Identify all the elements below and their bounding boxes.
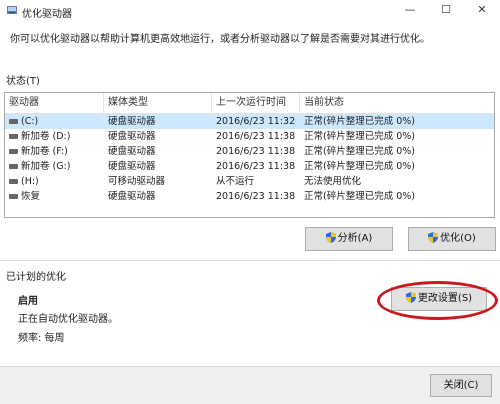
red-highlight-annotation xyxy=(377,281,498,320)
drive-icon xyxy=(9,149,18,154)
scheduled-optimization-label: 已计划的优化 xyxy=(6,272,66,283)
drive-list-header: 驱动器 媒体类型 上一次运行时间 当前状态 xyxy=(5,93,494,114)
optimize-drives-window: 优化驱动器 — ☐ ✕ 你可以优化驱动器以帮助计算机更高效地运行，或者分析驱动器… xyxy=(0,0,500,404)
drive-media-type: 硬盘驱动器 xyxy=(108,146,156,157)
scheduled-running-text: 正在自动优化驱动器。 xyxy=(18,314,118,325)
drive-media-type: 硬盘驱动器 xyxy=(108,161,156,172)
drive-status: 正常(碎片整理已完成 0%) xyxy=(304,131,416,142)
column-header-media-type[interactable]: 媒体类型 xyxy=(104,93,212,113)
drive-icon xyxy=(9,134,18,139)
drive-status: 无法使用优化 xyxy=(304,176,362,187)
drive-name: (C:) xyxy=(21,116,39,127)
drive-icon xyxy=(9,119,18,124)
optimize-button-label: 优化(O) xyxy=(440,233,476,244)
status-label: 状态(T) xyxy=(6,76,40,87)
drive-media-type: 可移动驱动器 xyxy=(108,176,166,187)
section-divider xyxy=(0,260,500,261)
drive-last-run: 2016/6/23 11:38 xyxy=(216,146,296,157)
column-header-current-status[interactable]: 当前状态 xyxy=(300,93,494,113)
drive-name: (H:) xyxy=(21,176,39,187)
optimize-drives-app-icon xyxy=(7,6,17,14)
drive-name: 新加卷 (D:) xyxy=(21,131,71,142)
drive-name: 新加卷 (F:) xyxy=(21,146,68,157)
column-header-last-run[interactable]: 上一次运行时间 xyxy=(212,93,300,113)
drive-row-h[interactable]: (H:) 可移动驱动器 从不运行 无法使用优化 xyxy=(5,174,494,189)
analyze-button-label: 分析(A) xyxy=(337,233,373,244)
scheduled-state: 启用 xyxy=(18,296,38,307)
drive-icon xyxy=(9,164,18,169)
uac-shield-icon xyxy=(428,232,439,243)
drive-status: 正常(碎片整理已完成 0%) xyxy=(304,161,416,172)
description-text: 你可以优化驱动器以帮助计算机更高效地运行，或者分析驱动器以了解是否需要对其进行优… xyxy=(10,34,430,45)
drive-last-run: 从不运行 xyxy=(216,176,255,187)
title-bar: 优化驱动器 — ☐ ✕ xyxy=(0,0,500,22)
drive-last-run: 2016/6/23 11:38 xyxy=(216,161,296,172)
window-title: 优化驱动器 xyxy=(22,9,72,20)
minimize-button[interactable]: — xyxy=(392,0,428,22)
drive-row-d[interactable]: 新加卷 (D:) 硬盘驱动器 2016/6/23 11:38 正常(碎片整理已完… xyxy=(5,129,494,144)
drive-row-g[interactable]: 新加卷 (G:) 硬盘驱动器 2016/6/23 11:38 正常(碎片整理已完… xyxy=(5,159,494,174)
drive-last-run: 2016/6/23 11:38 xyxy=(216,191,296,202)
maximize-button[interactable]: ☐ xyxy=(428,0,464,22)
drive-status: 正常(碎片整理已完成 0%) xyxy=(304,146,416,157)
analyze-button[interactable]: 分析(A) xyxy=(305,227,393,251)
drive-row-c[interactable]: (C:) 硬盘驱动器 2016/6/23 11:32 正常(碎片整理已完成 0%… xyxy=(5,114,494,129)
drive-media-type: 硬盘驱动器 xyxy=(108,131,156,142)
column-header-drive[interactable]: 驱动器 xyxy=(5,93,104,113)
drive-icon xyxy=(9,194,18,199)
drive-name: 新加卷 (G:) xyxy=(21,161,71,172)
drive-status: 正常(碎片整理已完成 0%) xyxy=(304,191,416,202)
uac-shield-icon xyxy=(325,232,336,243)
scheduled-frequency: 频率: 每周 xyxy=(18,333,65,344)
drive-list[interactable]: 驱动器 媒体类型 上一次运行时间 当前状态 (C:) 硬盘驱动器 2016/6/… xyxy=(4,92,495,218)
drive-media-type: 硬盘驱动器 xyxy=(108,191,156,202)
removable-drive-icon xyxy=(9,179,18,184)
close-button[interactable]: 关闭(C) xyxy=(430,374,492,397)
drive-name: 恢复 xyxy=(21,191,41,202)
drive-status: 正常(碎片整理已完成 0%) xyxy=(304,116,416,127)
drive-row-recovery[interactable]: 恢复 硬盘驱动器 2016/6/23 11:38 正常(碎片整理已完成 0%) xyxy=(5,189,494,204)
drive-row-f[interactable]: 新加卷 (F:) 硬盘驱动器 2016/6/23 11:38 正常(碎片整理已完… xyxy=(5,144,494,159)
drive-last-run: 2016/6/23 11:32 xyxy=(216,116,296,127)
optimize-button[interactable]: 优化(O) xyxy=(408,227,496,251)
drive-last-run: 2016/6/23 11:38 xyxy=(216,131,296,142)
drive-media-type: 硬盘驱动器 xyxy=(108,116,156,127)
dialog-footer: 关闭(C) xyxy=(0,366,500,404)
close-window-button[interactable]: ✕ xyxy=(464,0,500,22)
